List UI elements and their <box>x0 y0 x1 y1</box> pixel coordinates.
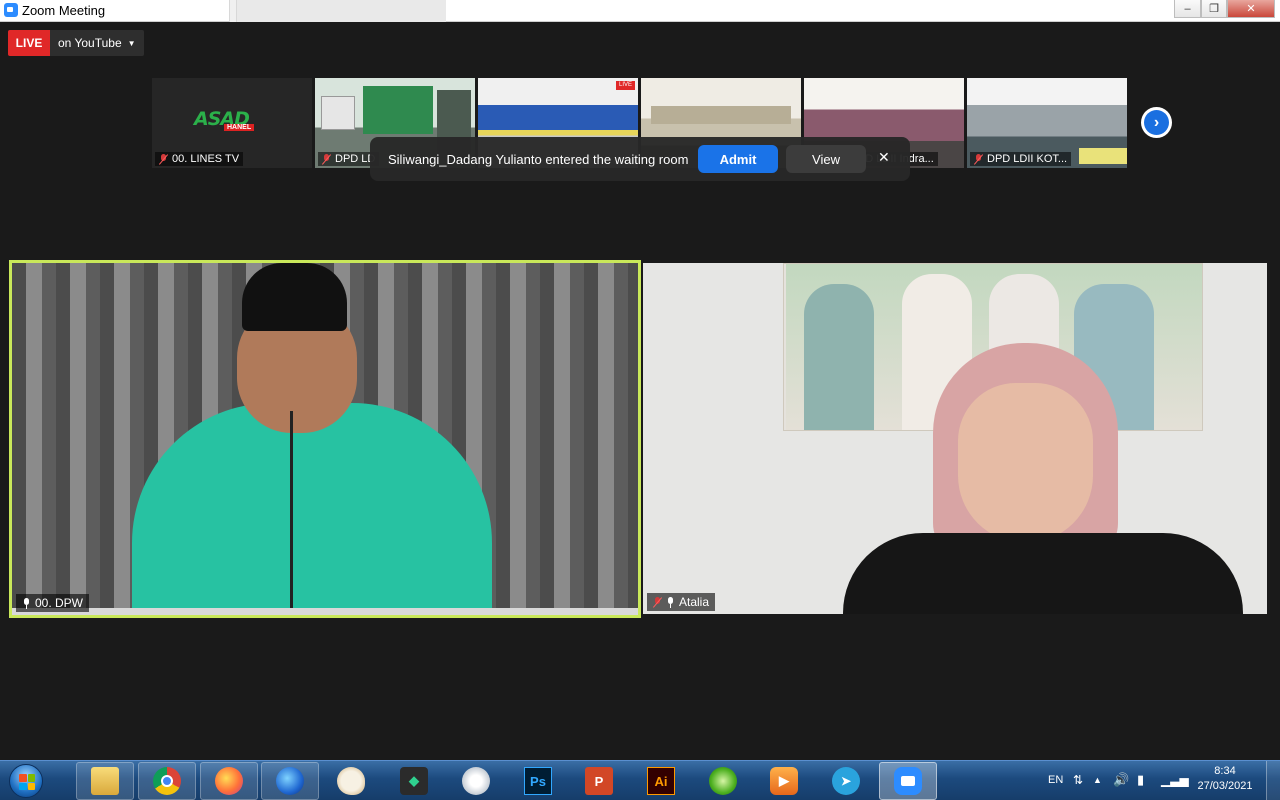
mic-icon <box>22 597 31 609</box>
firefox-icon <box>215 767 243 795</box>
window-title: Zoom Meeting <box>22 3 106 18</box>
taskbar-paint[interactable] <box>322 762 380 800</box>
background-window <box>236 0 446 22</box>
folder-icon <box>91 767 119 795</box>
speaker-body <box>132 403 492 615</box>
taskbar-powerpoint[interactable]: P <box>570 762 628 800</box>
maximize-button[interactable]: ❐ <box>1201 0 1227 18</box>
caret-down-icon: ▼ <box>127 38 136 48</box>
participant-thumbnail[interactable]: ASAD HANEL 00. LINES TV <box>152 78 312 168</box>
close-notification-icon[interactable]: ✕ <box>878 149 890 166</box>
admit-button[interactable]: Admit <box>698 145 778 173</box>
taskbar-scanner[interactable] <box>447 762 505 800</box>
clock-date: 27/03/2021 <box>1197 780 1253 792</box>
window-titlebar: Zoom Meeting ‒ ❐ ✕ <box>0 0 1280 22</box>
show-desktop-button[interactable] <box>1266 761 1280 800</box>
zoom-icon <box>894 767 922 795</box>
taskbar-media-player[interactable]: ▶ <box>755 762 813 800</box>
network-signal-icon[interactable]: ▁▃▅ <box>1161 766 1189 794</box>
leaf-app-icon <box>709 767 737 795</box>
participant-name-tag: 00. LINES TV <box>155 152 244 166</box>
tray-arrows-icon[interactable]: ⇅ <box>1073 766 1083 794</box>
telegram-icon: ➤ <box>832 767 860 795</box>
taskbar-green-app[interactable] <box>694 762 752 800</box>
play-icon: ▶ <box>770 767 798 795</box>
powerpoint-icon: P <box>585 767 613 795</box>
live-destination-dropdown[interactable]: on YouTube ▼ <box>50 30 144 56</box>
windows-taskbar: ◆ Ps P Ai ▶ ➤ <box>0 760 1280 800</box>
participant-video-active-speaker[interactable]: 00. DPW <box>9 260 641 618</box>
photoshop-icon: Ps <box>524 767 552 795</box>
clock-time: 8:34 <box>1214 765 1236 777</box>
participant-name-tag: DPD LDII KOT... <box>970 152 1072 166</box>
chrome-icon <box>153 767 181 795</box>
participant-thumbnail[interactable]: DPD LDII KOT... <box>967 78 1127 168</box>
live-stream-indicator[interactable]: LIVE on YouTube ▼ <box>8 30 144 56</box>
participant-name-tag: 00. DPW <box>16 594 90 612</box>
start-button[interactable] <box>2 763 50 799</box>
next-page-button[interactable]: › <box>1141 107 1172 138</box>
show-hidden-icons-icon[interactable]: ▲ <box>1093 766 1102 794</box>
system-clock[interactable]: 8:34 27/03/2021 <box>1190 764 1260 794</box>
illustrator-icon: Ai <box>647 767 675 795</box>
mic-muted-icon <box>159 153 168 165</box>
minimize-button[interactable]: ‒ <box>1174 0 1201 18</box>
desk-edge <box>12 608 638 615</box>
face <box>958 383 1093 543</box>
close-window-button[interactable]: ✕ <box>1227 0 1275 18</box>
scanner-icon <box>462 767 490 795</box>
taskbar-illustrator[interactable]: Ai <box>632 762 690 800</box>
microphone-stand <box>290 411 293 615</box>
chevron-right-icon: › <box>1144 110 1169 135</box>
taskbar-explorer[interactable] <box>76 762 134 800</box>
taskbar-filmora[interactable]: ◆ <box>385 762 443 800</box>
firefox-developer-icon <box>276 767 304 795</box>
windows-logo-icon <box>9 764 43 798</box>
clothing <box>843 533 1243 614</box>
view-button[interactable]: View <box>786 145 866 173</box>
volume-icon[interactable]: 🔊 <box>1113 766 1129 794</box>
notification-message: Siliwangi_Dadang Yulianto entered the wa… <box>388 151 689 167</box>
lines-tv-logo: ASAD HANEL <box>194 110 270 132</box>
language-indicator[interactable]: EN <box>1048 766 1063 794</box>
zoom-app-icon <box>4 3 18 17</box>
live-badge: LIVE <box>8 30 50 56</box>
mic-muted-icon <box>653 596 662 608</box>
taskbar-firefox[interactable] <box>200 762 258 800</box>
taskbar-firefox-dev[interactable] <box>261 762 319 800</box>
mic-muted-icon <box>322 153 331 165</box>
taskbar-chrome[interactable] <box>138 762 196 800</box>
power-icon[interactable]: ▮ <box>1137 766 1144 794</box>
taskbar-telegram[interactable]: ➤ <box>817 762 875 800</box>
background-window-edge <box>229 0 236 22</box>
filmora-icon: ◆ <box>400 767 428 795</box>
taskbar-zoom[interactable] <box>879 762 937 800</box>
participant-name-tag: Atalia <box>647 593 716 611</box>
participant-video[interactable]: Atalia <box>643 263 1267 614</box>
live-destination-label: on YouTube <box>58 36 122 50</box>
speaker-hat <box>242 263 347 331</box>
mic-muted-icon <box>974 153 983 165</box>
pin-icon <box>666 596 675 608</box>
taskbar-photoshop[interactable]: Ps <box>509 762 567 800</box>
paint-palette-icon <box>337 767 365 795</box>
waiting-room-notification: Siliwangi_Dadang Yulianto entered the wa… <box>370 137 910 181</box>
